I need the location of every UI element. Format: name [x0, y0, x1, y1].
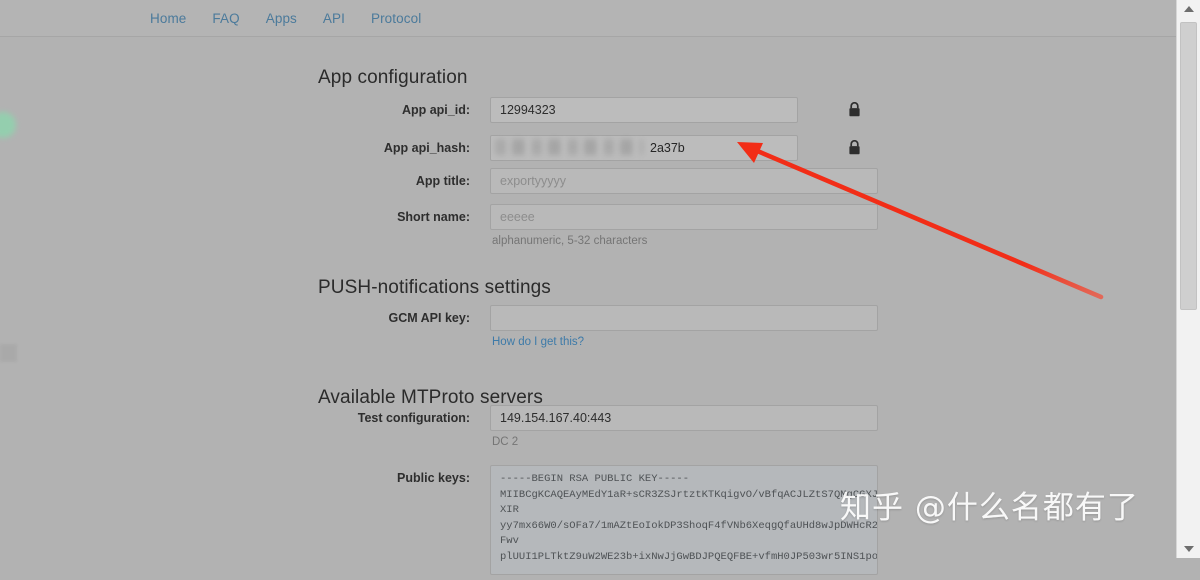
lock-icon-api-id [849, 102, 860, 117]
field-test-configuration: DC 2 [490, 405, 878, 448]
page-content: App configuration App api_id: App api_ha… [0, 37, 1176, 575]
label-test-configuration: Test configuration: [357, 411, 470, 425]
field-app-title [490, 168, 878, 194]
form-row-api-id: App api_id: [318, 97, 878, 123]
nav-link-faq[interactable]: FAQ [212, 11, 239, 26]
nav-links: Home FAQ Apps API Protocol [150, 0, 421, 37]
label-app-title: App title: [415, 174, 470, 188]
chevron-down-icon [1183, 546, 1194, 552]
form-row-test-configuration: Test configuration: DC 2 [318, 405, 878, 448]
api-hash-redaction-overlay [495, 139, 643, 155]
field-api-id [490, 97, 878, 123]
input-short-name[interactable] [490, 204, 878, 230]
link-how-do-i-get-this[interactable]: How do I get this? [490, 336, 584, 348]
chevron-up-icon [1183, 6, 1194, 12]
input-gcm-api-key[interactable] [490, 305, 878, 331]
page-root: Home FAQ Apps API Protocol App configura… [0, 0, 1200, 575]
label-api-hash: App api_hash: [383, 141, 470, 155]
field-public-keys: -----BEGIN RSA PUBLIC KEY----- MIIBCgKCA… [490, 465, 878, 580]
label-short-name: Short name: [397, 210, 470, 224]
label-api-id: App api_id: [401, 103, 470, 117]
section-title-push-notifications: PUSH-notifications settings [318, 277, 551, 298]
scrollbar-down-arrow-button[interactable] [1177, 540, 1200, 558]
section-title-app-configuration: App configuration [318, 67, 468, 88]
field-api-hash: 2a37b [490, 135, 878, 161]
nav-link-api[interactable]: API [323, 11, 345, 26]
api-hash-visible-tail: 2a37b [650, 141, 685, 155]
lock-icon-api-hash [849, 140, 860, 155]
form-row-short-name: Short name: alphanumeric, 5-32 character… [318, 204, 878, 247]
watermark-text: 知乎 @什么名都有了 [840, 490, 1139, 526]
input-app-title[interactable] [490, 168, 878, 194]
scrollbar-up-arrow-button[interactable] [1177, 0, 1200, 18]
nav-link-protocol[interactable]: Protocol [371, 11, 421, 26]
label-gcm-api-key: GCM API key: [388, 311, 470, 325]
top-navigation-bar: Home FAQ Apps API Protocol [0, 0, 1176, 37]
nav-link-apps[interactable]: Apps [266, 11, 297, 26]
form-row-public-keys: Public keys: -----BEGIN RSA PUBLIC KEY--… [318, 465, 878, 580]
form-row-gcm-api-key: GCM API key: How do I get this? [318, 305, 878, 350]
label-public-keys: Public keys: [397, 471, 470, 485]
hint-test-configuration-dc: DC 2 [492, 436, 519, 448]
scrollbar-thumb[interactable] [1180, 22, 1197, 310]
field-gcm-api-key: How do I get this? [490, 305, 878, 350]
input-test-configuration[interactable] [490, 405, 878, 431]
field-short-name: alphanumeric, 5-32 characters [490, 204, 878, 247]
input-api-hash-wrapper[interactable]: 2a37b [490, 135, 798, 161]
form-row-api-hash: App api_hash: 2a37b [318, 135, 878, 161]
textarea-public-keys[interactable]: -----BEGIN RSA PUBLIC KEY----- MIIBCgKCA… [490, 465, 878, 575]
hint-short-name: alphanumeric, 5-32 characters [492, 235, 648, 247]
vertical-scrollbar[interactable] [1176, 0, 1200, 558]
nav-link-home[interactable]: Home [150, 11, 186, 26]
form-row-app-title: App title: [318, 168, 878, 194]
input-api-id[interactable] [490, 97, 798, 123]
